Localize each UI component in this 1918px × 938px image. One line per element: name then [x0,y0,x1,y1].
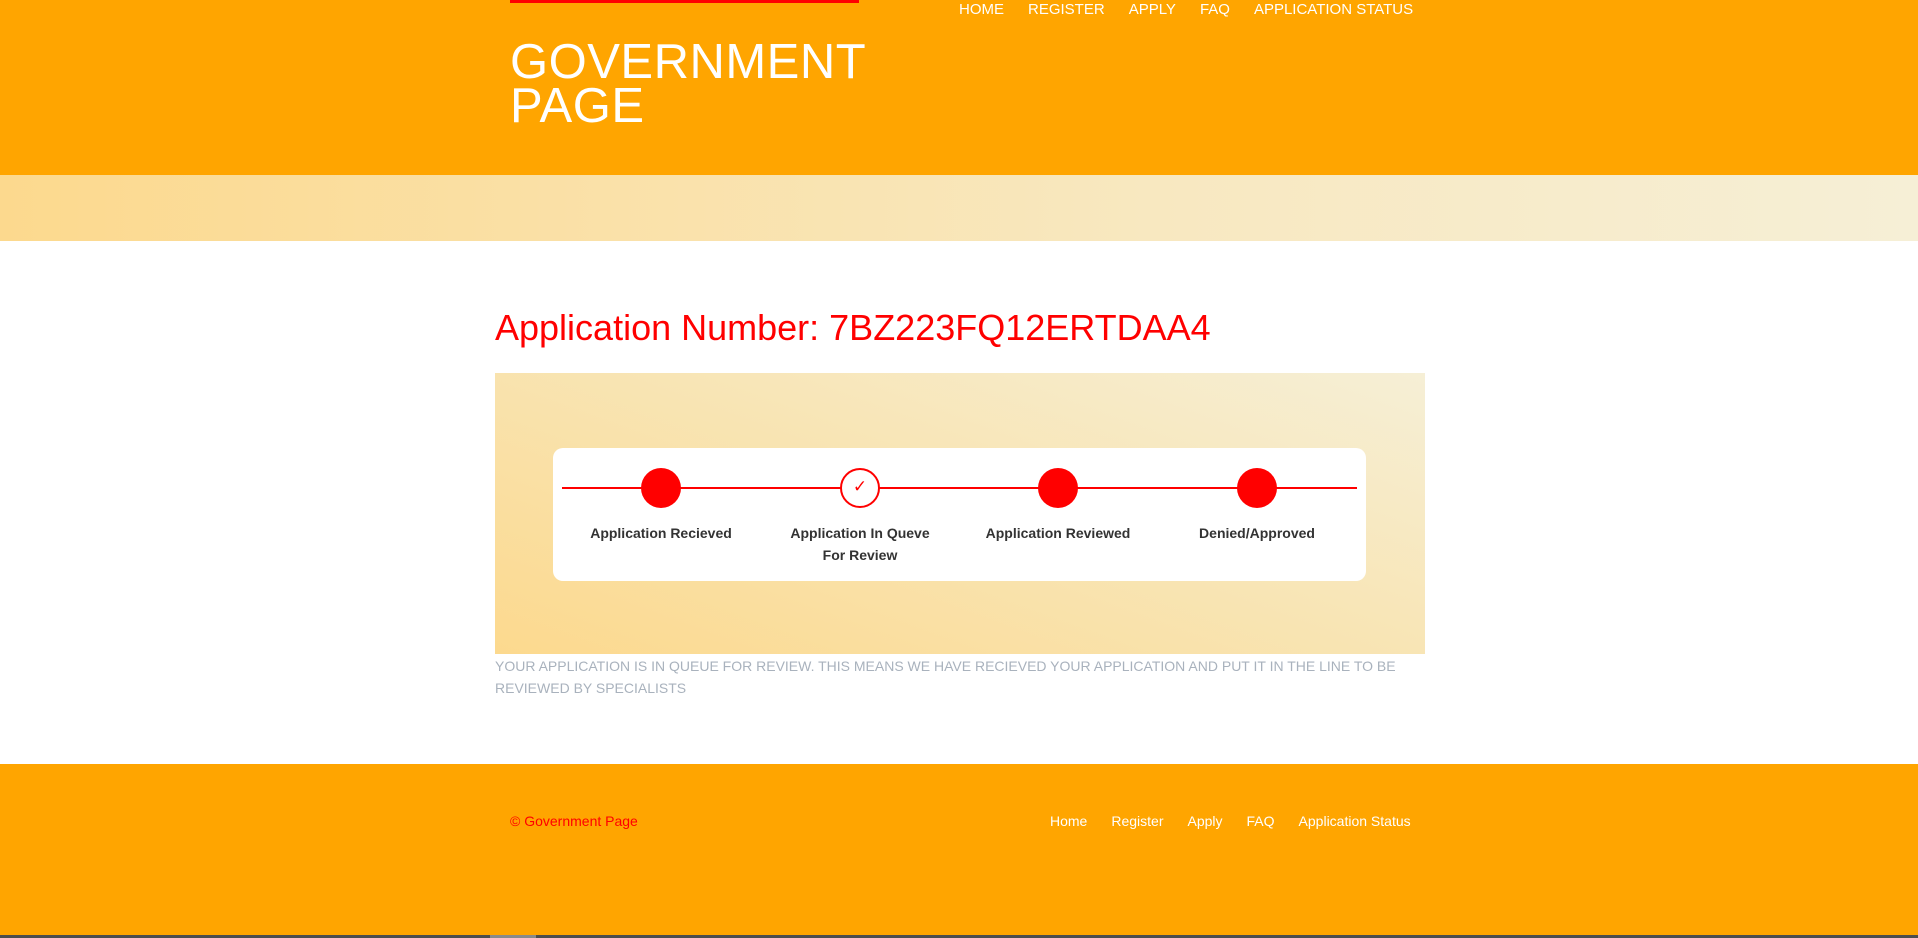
footer-nav-home[interactable]: Home [1050,811,1087,831]
checkmark-icon: ✓ [840,468,880,508]
step-denied-approved: Denied/Approved [1167,468,1347,544]
nav-register[interactable]: REGISTER [1028,1,1105,19]
status-message: YOUR APPLICATION IS IN QUEUE FOR REVIEW.… [495,658,1396,696]
progress-tracker: Application Recieved ✓ Application In Qu… [553,448,1366,581]
hero-gradient-band [0,175,1918,241]
step-label: Denied/Approved [1199,525,1315,541]
nav-apply[interactable]: APPLY [1129,1,1176,19]
site-footer: © Government Page Home Register Apply FA… [0,764,1918,938]
nav-application-status[interactable]: APPLICATION STATUS [1254,1,1413,19]
application-number-heading: Application Number: 7BZ223FQ12ERTDAA4 [495,307,1211,348]
step-label: Application In Queve For Review [790,525,930,563]
top-nav: HOME REGISTER APPLY FAQ APPLICATION STAT… [959,1,1413,19]
status-panel: Application Recieved ✓ Application In Qu… [495,373,1425,654]
step-in-queue: ✓ Application In Queve For Review [770,468,950,566]
step-dot-pending [1038,468,1078,508]
nav-home[interactable]: HOME [959,1,1004,19]
footer-nav-application-status[interactable]: Application Status [1299,811,1411,831]
footer-nav-apply[interactable]: Apply [1188,811,1223,831]
nav-faq[interactable]: FAQ [1200,1,1230,19]
brand-title: GOVERNMENT PAGE [510,35,866,133]
step-application-reviewed: Application Reviewed [968,468,1148,544]
brand-accent-bar [510,0,859,3]
footer-nav: Home Register Apply FAQ Application Stat… [1050,811,1411,831]
footer-nav-register[interactable]: Register [1111,811,1163,831]
step-label: Application Recieved [590,525,732,541]
step-dot-pending [1237,468,1277,508]
footer-nav-faq[interactable]: FAQ [1247,811,1275,831]
step-dot-complete [641,468,681,508]
step-label: Application Reviewed [985,525,1131,541]
copyright-text: © Government Page [510,813,638,829]
step-application-received: Application Recieved [571,468,751,544]
site-header: GOVERNMENT PAGE HOME REGISTER APPLY FAQ … [0,0,1918,175]
